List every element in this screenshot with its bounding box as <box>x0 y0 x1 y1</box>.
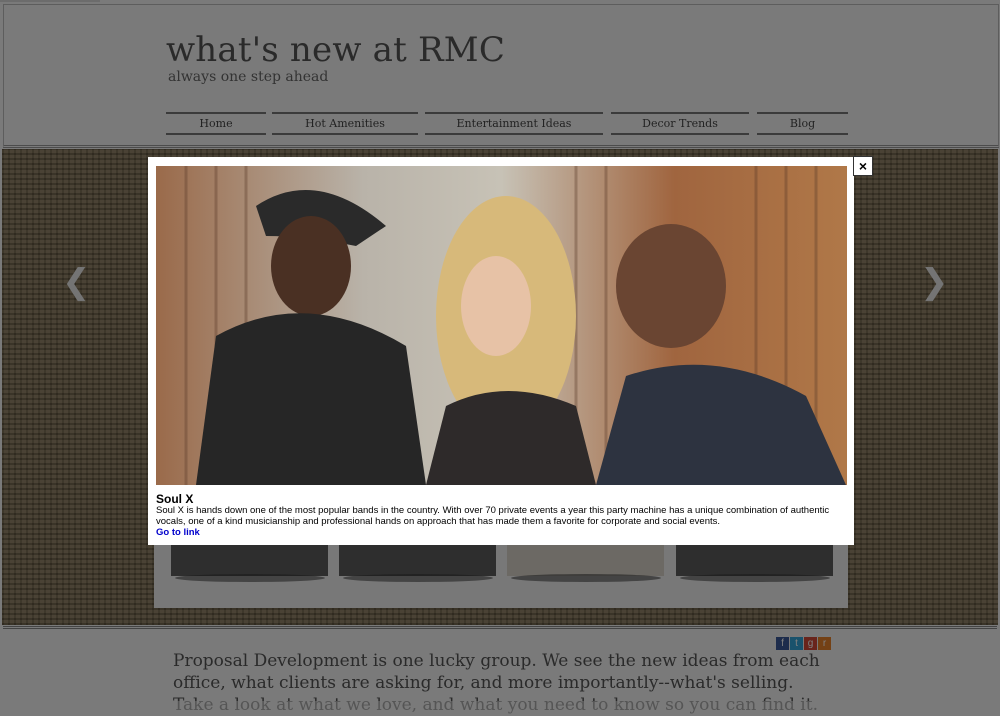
lightbox-title: Soul X <box>156 492 194 506</box>
go-to-link[interactable]: Go to link <box>156 527 200 538</box>
lightbox-dialog <box>148 157 854 545</box>
band-photo <box>156 166 847 485</box>
lightbox-description: Soul X is hands down one of the most pop… <box>156 505 830 527</box>
band-photo-image <box>156 166 847 485</box>
close-icon[interactable]: × <box>853 156 873 176</box>
